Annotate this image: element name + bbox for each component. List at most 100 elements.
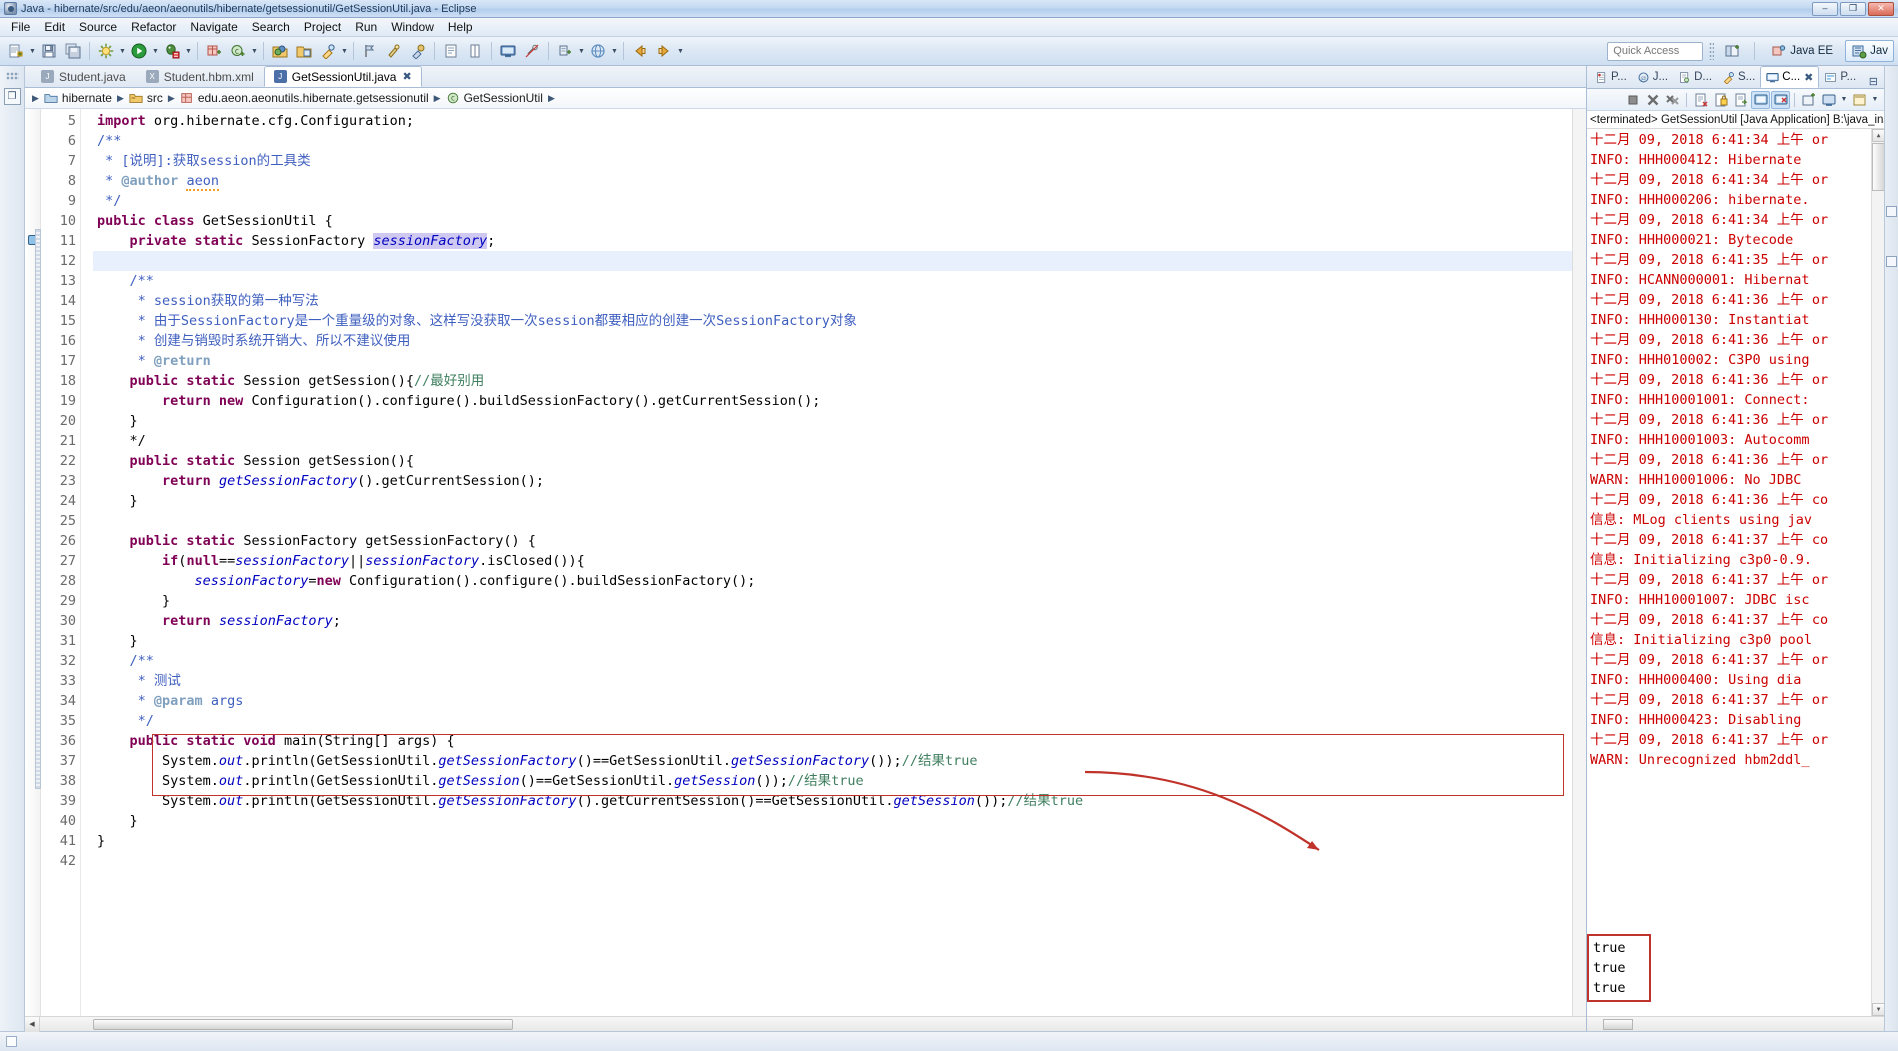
open-console-dropdown-arrow[interactable]: ▼ xyxy=(1839,91,1849,109)
code-line[interactable]: return new Configuration().configure().b… xyxy=(93,391,1586,411)
build-dropdown-arrow[interactable]: ▼ xyxy=(118,41,127,61)
code-line[interactable]: */ xyxy=(93,431,1586,451)
save-button[interactable] xyxy=(38,40,60,62)
open-resource-button[interactable] xyxy=(293,40,315,62)
console-panel-tab-3[interactable]: S... xyxy=(1717,66,1760,88)
terminate-icon[interactable] xyxy=(1623,91,1642,109)
view-menu-dropdown-arrow[interactable]: ▼ xyxy=(1870,91,1880,109)
editor-tab-2[interactable]: J GetSessionUtil.java ✖ xyxy=(263,66,422,87)
code-line[interactable]: System.out.println(GetSessionUtil.getSes… xyxy=(93,751,1586,771)
menu-source[interactable]: Source xyxy=(72,19,124,35)
back-dropdown-arrow[interactable]: ▼ xyxy=(676,41,685,61)
code-line[interactable]: * @param args xyxy=(93,691,1586,711)
new-wizard-button[interactable] xyxy=(5,40,27,62)
minimize-panel-icon[interactable]: ⊟ xyxy=(1869,75,1884,88)
menu-navigate[interactable]: Navigate xyxy=(183,19,244,35)
run-button[interactable] xyxy=(128,40,150,62)
scroll-lock-icon[interactable] xyxy=(1711,91,1730,109)
console-scroll-thumb[interactable] xyxy=(1872,143,1884,191)
maximize-button[interactable]: ❐ xyxy=(1840,1,1866,16)
code-line[interactable]: return getSessionFactory().getCurrentSes… xyxy=(93,471,1586,491)
previous-annotation-button[interactable] xyxy=(383,40,405,62)
code-line[interactable]: } xyxy=(93,411,1586,431)
code-line[interactable]: * @return xyxy=(93,351,1586,371)
code-line[interactable]: public static void main(String[] args) { xyxy=(93,731,1586,751)
open-console-icon[interactable] xyxy=(1819,91,1838,109)
code-line[interactable] xyxy=(93,511,1586,531)
new-ejb-button[interactable] xyxy=(554,40,576,62)
right-view-handle-2[interactable] xyxy=(1886,256,1897,267)
console-horizontal-scroll-thumb[interactable] xyxy=(1603,1019,1633,1030)
scroll-left-button[interactable]: ◀ xyxy=(25,1016,40,1032)
new-java-package-button[interactable] xyxy=(203,40,225,62)
debug-button[interactable] xyxy=(161,40,183,62)
console-scroll-down-button[interactable]: ▼ xyxy=(1872,1003,1884,1016)
code-line[interactable]: } xyxy=(93,591,1586,611)
editor-horizontal-scrollbar[interactable]: ◀ xyxy=(25,1016,1586,1032)
console-vertical-scrollbar[interactable]: ▲ ▼ xyxy=(1871,129,1884,1016)
code-line[interactable] xyxy=(93,851,1586,871)
code-line[interactable]: * 测试 xyxy=(93,671,1586,691)
close-button[interactable]: ✕ xyxy=(1868,1,1894,16)
console-output[interactable]: 十二月 09, 2018 6:41:34 上午 or INFO: HHH00041… xyxy=(1587,129,1884,1016)
code-line[interactable]: * @author aeon xyxy=(93,171,1586,191)
right-view-handle-1[interactable] xyxy=(1886,206,1897,217)
code-line[interactable]: */ xyxy=(93,711,1586,731)
code-line[interactable]: public class GetSessionUtil { xyxy=(93,211,1586,231)
open-type-button[interactable] xyxy=(269,40,291,62)
menu-file[interactable]: File xyxy=(4,19,37,35)
source-text[interactable]: import org.hibernate.cfg.Configuration; /… xyxy=(93,109,1586,1016)
web-service-dropdown-arrow[interactable]: ▼ xyxy=(610,41,619,61)
console-panel-tab-4[interactable]: C... ✖ xyxy=(1760,66,1820,88)
breadcrumb-item-3[interactable]: C GetSessionUtil xyxy=(446,91,543,105)
code-line[interactable]: public static SessionFactory getSessionF… xyxy=(93,531,1586,551)
search-button[interactable] xyxy=(317,40,339,62)
code-line[interactable]: if(null==sessionFactory||sessionFactory.… xyxy=(93,551,1586,571)
code-line[interactable]: * session获取的第一种写法 xyxy=(93,291,1586,311)
code-line[interactable]: /** xyxy=(93,271,1586,291)
code-line[interactable]: System.out.println(GetSessionUtil.getSes… xyxy=(93,771,1586,791)
build-button[interactable] xyxy=(95,40,117,62)
menu-project[interactable]: Project xyxy=(297,19,348,35)
new-java-class-button[interactable]: C xyxy=(227,40,249,62)
forward-navigation-button[interactable] xyxy=(629,40,651,62)
code-line[interactable]: System.out.println(GetSessionUtil.getSes… xyxy=(93,791,1586,811)
close-icon[interactable]: ✖ xyxy=(1804,71,1813,84)
code-line[interactable]: sessionFactory=new Configuration().confi… xyxy=(93,571,1586,591)
menu-edit[interactable]: Edit xyxy=(37,19,72,35)
perspective-java[interactable]: Jav xyxy=(1845,40,1894,62)
menu-window[interactable]: Window xyxy=(384,19,441,35)
editor-tab-1[interactable]: X Student.hbm.xml xyxy=(136,66,264,87)
code-line[interactable]: } xyxy=(93,491,1586,511)
fast-view-drag-handle[interactable] xyxy=(5,72,19,80)
menu-help[interactable]: Help xyxy=(441,19,480,35)
display-selected-console-icon[interactable] xyxy=(1799,91,1818,109)
web-service-button[interactable] xyxy=(587,40,609,62)
code-line[interactable] xyxy=(93,251,1586,271)
code-line[interactable]: */ xyxy=(93,191,1586,211)
code-line[interactable]: /** xyxy=(93,651,1586,671)
remove-all-terminated-icon[interactable] xyxy=(1663,91,1682,109)
show-whitespace-button[interactable] xyxy=(440,40,462,62)
clear-console-icon[interactable] xyxy=(1691,91,1710,109)
breadcrumb-item-1[interactable]: src xyxy=(129,91,163,105)
toolbar-drag-handle[interactable] xyxy=(1709,42,1715,60)
show-console-on-output-icon[interactable] xyxy=(1751,90,1770,109)
save-all-button[interactable] xyxy=(62,40,84,62)
breadcrumb-item-2[interactable]: edu.aeon.aeonutils.hibernate.getsessionu… xyxy=(180,91,429,105)
code-line[interactable]: public static Session getSession(){ xyxy=(93,451,1586,471)
last-edit-location-button[interactable] xyxy=(407,40,429,62)
editor-vertical-scrollbar[interactable] xyxy=(1572,109,1586,1016)
folding-ruler[interactable] xyxy=(81,109,93,1016)
console-panel-tab-2[interactable]: D... xyxy=(1673,66,1717,88)
horizontal-scroll-thumb[interactable] xyxy=(93,1019,513,1030)
code-line[interactable]: * 由于SessionFactory是一个重量级的对象、这样写没获取一次sess… xyxy=(93,311,1586,331)
open-terminal-button[interactable] xyxy=(497,40,519,62)
perspective-java-ee[interactable]: Java EE xyxy=(1765,40,1839,62)
word-wrap-icon[interactable] xyxy=(1731,91,1750,109)
close-icon[interactable]: ✖ xyxy=(402,70,411,83)
minimize-button[interactable]: – xyxy=(1812,1,1838,16)
code-line[interactable]: } xyxy=(93,811,1586,831)
menu-search[interactable]: Search xyxy=(245,19,297,35)
new-type-dropdown-arrow[interactable]: ▼ xyxy=(250,41,259,61)
